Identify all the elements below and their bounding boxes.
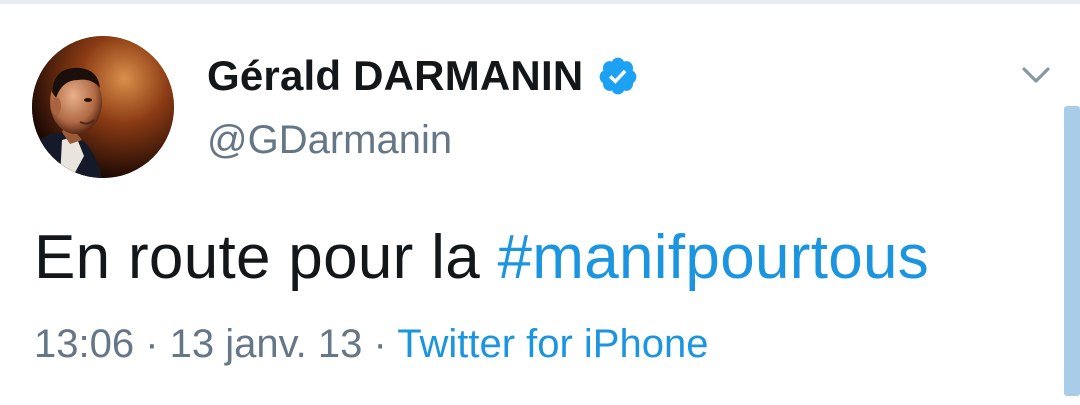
- avatar[interactable]: [32, 36, 174, 178]
- tweet-text: En route pour la #manifpourtous: [34, 222, 929, 293]
- avatar-photo: [32, 36, 174, 178]
- verified-badge-icon: [597, 55, 639, 97]
- chevron-down-icon[interactable]: [1018, 62, 1054, 88]
- tweet-metadata: 13:06 · 13 janv. 13 · Twitter for iPhone: [34, 322, 708, 367]
- meta-separator: ·: [134, 322, 170, 366]
- hashtag-link[interactable]: #manifpourtous: [498, 223, 930, 292]
- author-handle[interactable]: @GDarmanin: [207, 118, 452, 163]
- tweet-time[interactable]: 13:06: [34, 322, 134, 366]
- tweet-date[interactable]: 13 janv. 13: [170, 322, 363, 366]
- author-name-row[interactable]: Gérald DARMANIN: [207, 48, 639, 104]
- author-display-name[interactable]: Gérald DARMANIN: [207, 52, 583, 100]
- tweet-source-link[interactable]: Twitter for iPhone: [397, 322, 708, 366]
- scrollbar[interactable]: [1064, 106, 1080, 396]
- tweet-text-body: En route pour la: [34, 223, 498, 292]
- tweet-card[interactable]: Gérald DARMANIN @GDarmanin En route pour…: [0, 0, 1080, 405]
- meta-separator: ·: [362, 322, 398, 366]
